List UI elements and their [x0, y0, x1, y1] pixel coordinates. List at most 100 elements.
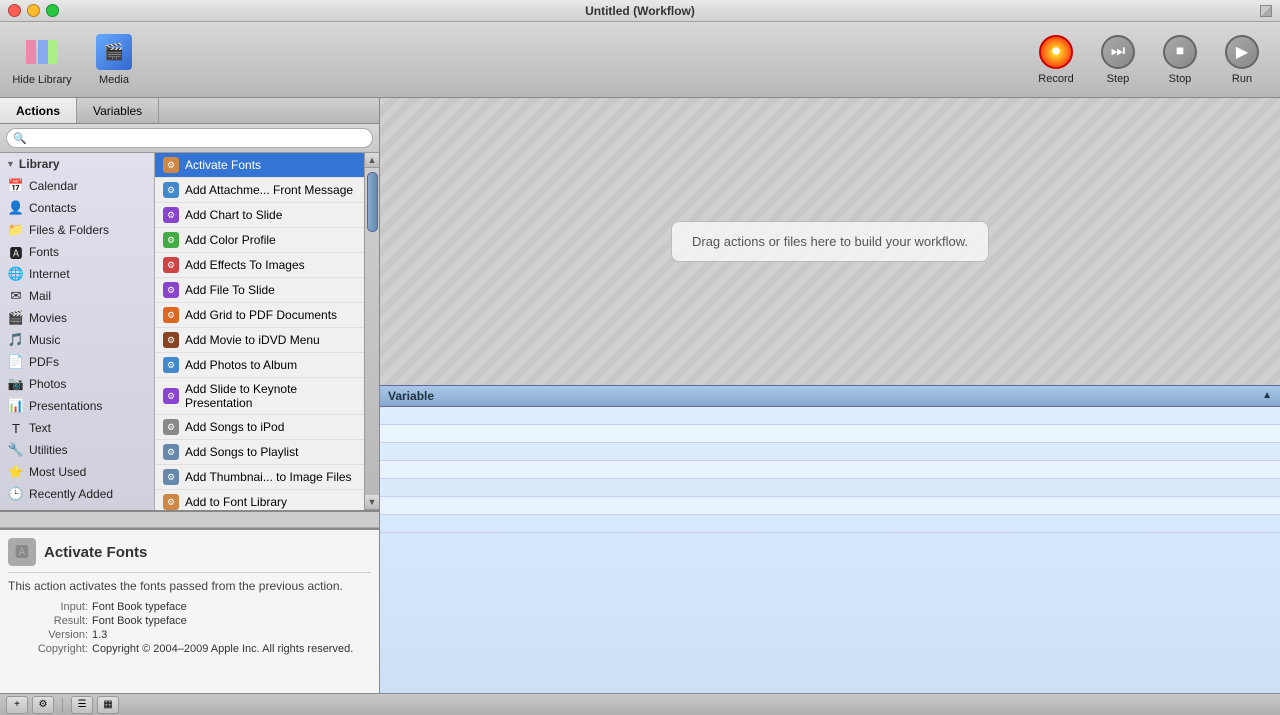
scroll-thumb[interactable]: [367, 172, 378, 232]
right-toolbar: ⏺ Record ⏭ Step ⏹ Stop ▶ Run: [1026, 26, 1272, 94]
workflow-area[interactable]: Drag actions or files here to build your…: [380, 98, 1280, 385]
sidebar-label: Most Used: [29, 465, 86, 479]
sidebar-item-photos[interactable]: 📷 Photos: [0, 373, 154, 395]
variable-stripe-4: [380, 461, 1280, 479]
split-panel: ▼ Library 📅 Calendar 👤 Contacts 📁 Files …: [0, 153, 379, 510]
stop-button[interactable]: ⏹ Stop: [1150, 26, 1210, 94]
workflow-hint: Drag actions or files here to build your…: [671, 221, 989, 262]
action-item[interactable]: ⚙ Add Photos to Album: [155, 353, 364, 378]
media-button[interactable]: 🎬 Media: [80, 30, 148, 90]
sidebar-group-label: Library: [19, 157, 60, 171]
run-button[interactable]: ▶ Run: [1212, 26, 1272, 94]
action-label: Add Color Profile: [185, 233, 276, 247]
action-icon: ⚙: [163, 307, 179, 323]
action-icon: ⚙: [163, 157, 179, 173]
sidebar-item-most-used[interactable]: ⭐ Most Used: [0, 461, 154, 483]
step-button[interactable]: ⏭ Step: [1088, 26, 1148, 94]
sidebar-icon: 🅰: [8, 244, 24, 260]
sidebar-icon: 🔧: [8, 442, 24, 458]
scroll-down-arrow[interactable]: ▼: [365, 495, 380, 510]
action-item[interactable]: ⚙ Activate Fonts: [155, 153, 364, 178]
action-item[interactable]: ⚙ Add Songs to Playlist: [155, 440, 364, 465]
search-bar: 🔍: [0, 124, 379, 153]
add-button[interactable]: +: [6, 696, 28, 714]
statusbar: + ⚙ ☰ ▦: [0, 693, 1280, 715]
hide-library-button[interactable]: Hide Library: [8, 30, 76, 90]
action-item[interactable]: ⚙ Add Songs to iPod: [155, 415, 364, 440]
action-label: Add Chart to Slide: [185, 208, 282, 222]
action-label: Add Effects To Images: [185, 258, 305, 272]
sidebar-item-calendar[interactable]: 📅 Calendar: [0, 175, 154, 197]
sidebar-icon: T: [8, 420, 24, 436]
search-input[interactable]: [30, 131, 366, 145]
tab-variables[interactable]: Variables: [77, 98, 159, 123]
sidebar-icon: 🎵: [8, 332, 24, 348]
result-value: Font Book typeface: [92, 615, 371, 627]
tab-actions[interactable]: Actions: [0, 98, 77, 123]
sidebar-item-internet[interactable]: 🌐 Internet: [0, 263, 154, 285]
variable-collapse-icon[interactable]: ▲: [1262, 390, 1272, 401]
result-label: Result:: [8, 615, 88, 627]
sidebar-item-contacts[interactable]: 👤 Contacts: [0, 197, 154, 219]
sidebar-item-pdfs[interactable]: 📄 PDFs: [0, 351, 154, 373]
sidebar-item-fonts[interactable]: 🅰 Fonts: [0, 241, 154, 263]
settings-button[interactable]: ⚙: [32, 696, 54, 714]
tabs: Actions Variables: [0, 98, 379, 124]
variable-stripe-5: [380, 479, 1280, 497]
sidebar-item-presentations[interactable]: 📊 Presentations: [0, 395, 154, 417]
input-value: Font Book typeface: [92, 601, 371, 613]
sidebar-item-movies[interactable]: 🎬 Movies: [0, 307, 154, 329]
version-label: Version:: [8, 629, 88, 641]
action-item[interactable]: ⚙ Add File To Slide: [155, 278, 364, 303]
sidebar-icon: ✉: [8, 288, 24, 304]
window-title: Untitled (Workflow): [585, 4, 695, 18]
action-label: Add Thumbnai... to Image Files: [185, 470, 352, 484]
sidebar-label: Utilities: [29, 443, 68, 457]
action-item[interactable]: ⚙ Add Chart to Slide: [155, 203, 364, 228]
sidebar-label: Internet: [29, 267, 70, 281]
action-label: Add Grid to PDF Documents: [185, 308, 337, 322]
action-item[interactable]: ⚙ Add Color Profile: [155, 228, 364, 253]
sidebar-icon: 📅: [8, 178, 24, 194]
step-icon: ⏭: [1101, 35, 1135, 69]
sidebar-item-utilities[interactable]: 🔧 Utilities: [0, 439, 154, 461]
record-icon: ⏺: [1039, 35, 1073, 69]
maximize-button[interactable]: [46, 4, 59, 17]
window-controls[interactable]: [8, 4, 59, 17]
add-icon: +: [14, 699, 20, 710]
sidebar-group-library[interactable]: ▼ Library: [0, 153, 154, 175]
sidebar-icon: 📷: [8, 376, 24, 392]
action-item[interactable]: ⚙ Add Movie to iDVD Menu: [155, 328, 364, 353]
columns-view-button[interactable]: ▦: [97, 696, 119, 714]
record-button[interactable]: ⏺ Record: [1026, 26, 1086, 94]
scroll-up-arrow[interactable]: ▲: [365, 153, 380, 168]
action-icon: ⚙: [163, 419, 179, 435]
action-item[interactable]: ⚙ Add Thumbnai... to Image Files: [155, 465, 364, 490]
action-label: Add Movie to iDVD Menu: [185, 333, 320, 347]
sidebar-item-text[interactable]: T Text: [0, 417, 154, 439]
sidebar-item-music[interactable]: 🎵 Music: [0, 329, 154, 351]
action-item[interactable]: ⚙ Add Effects To Images: [155, 253, 364, 278]
action-item[interactable]: ⚙ Add Attachme... Front Message: [155, 178, 364, 203]
action-label: Add File To Slide: [185, 283, 275, 297]
action-item[interactable]: ⚙ Add Slide to Keynote Presentation: [155, 378, 364, 415]
sidebar-label: Movies: [29, 311, 67, 325]
close-button[interactable]: [8, 4, 21, 17]
sidebar-icon: 🕒: [8, 486, 24, 502]
list-view-button[interactable]: ☰: [71, 696, 93, 714]
action-item[interactable]: ⚙ Add Grid to PDF Documents: [155, 303, 364, 328]
resize-handle[interactable]: [1260, 5, 1272, 17]
action-item[interactable]: ⚙ Add to Font Library: [155, 490, 364, 510]
variable-stripe-1: [380, 407, 1280, 425]
detail-icon: 🅰: [8, 538, 36, 566]
sidebar-item-files-&-folders[interactable]: 📁 Files & Folders: [0, 219, 154, 241]
detail-panel: 🅰 Activate Fonts This action activates t…: [0, 528, 379, 693]
actions-list: ⚙ Activate Fonts ⚙ Add Attachme... Front…: [155, 153, 364, 510]
variable-stripe-3: [380, 443, 1280, 461]
sidebar-item-recently-added[interactable]: 🕒 Recently Added: [0, 483, 154, 505]
action-icon: ⚙: [163, 257, 179, 273]
actions-scrollbar[interactable]: ▲ ▼: [364, 153, 379, 510]
minimize-button[interactable]: [27, 4, 40, 17]
sidebar-item-mail[interactable]: ✉ Mail: [0, 285, 154, 307]
titlebar: Untitled (Workflow): [0, 0, 1280, 22]
